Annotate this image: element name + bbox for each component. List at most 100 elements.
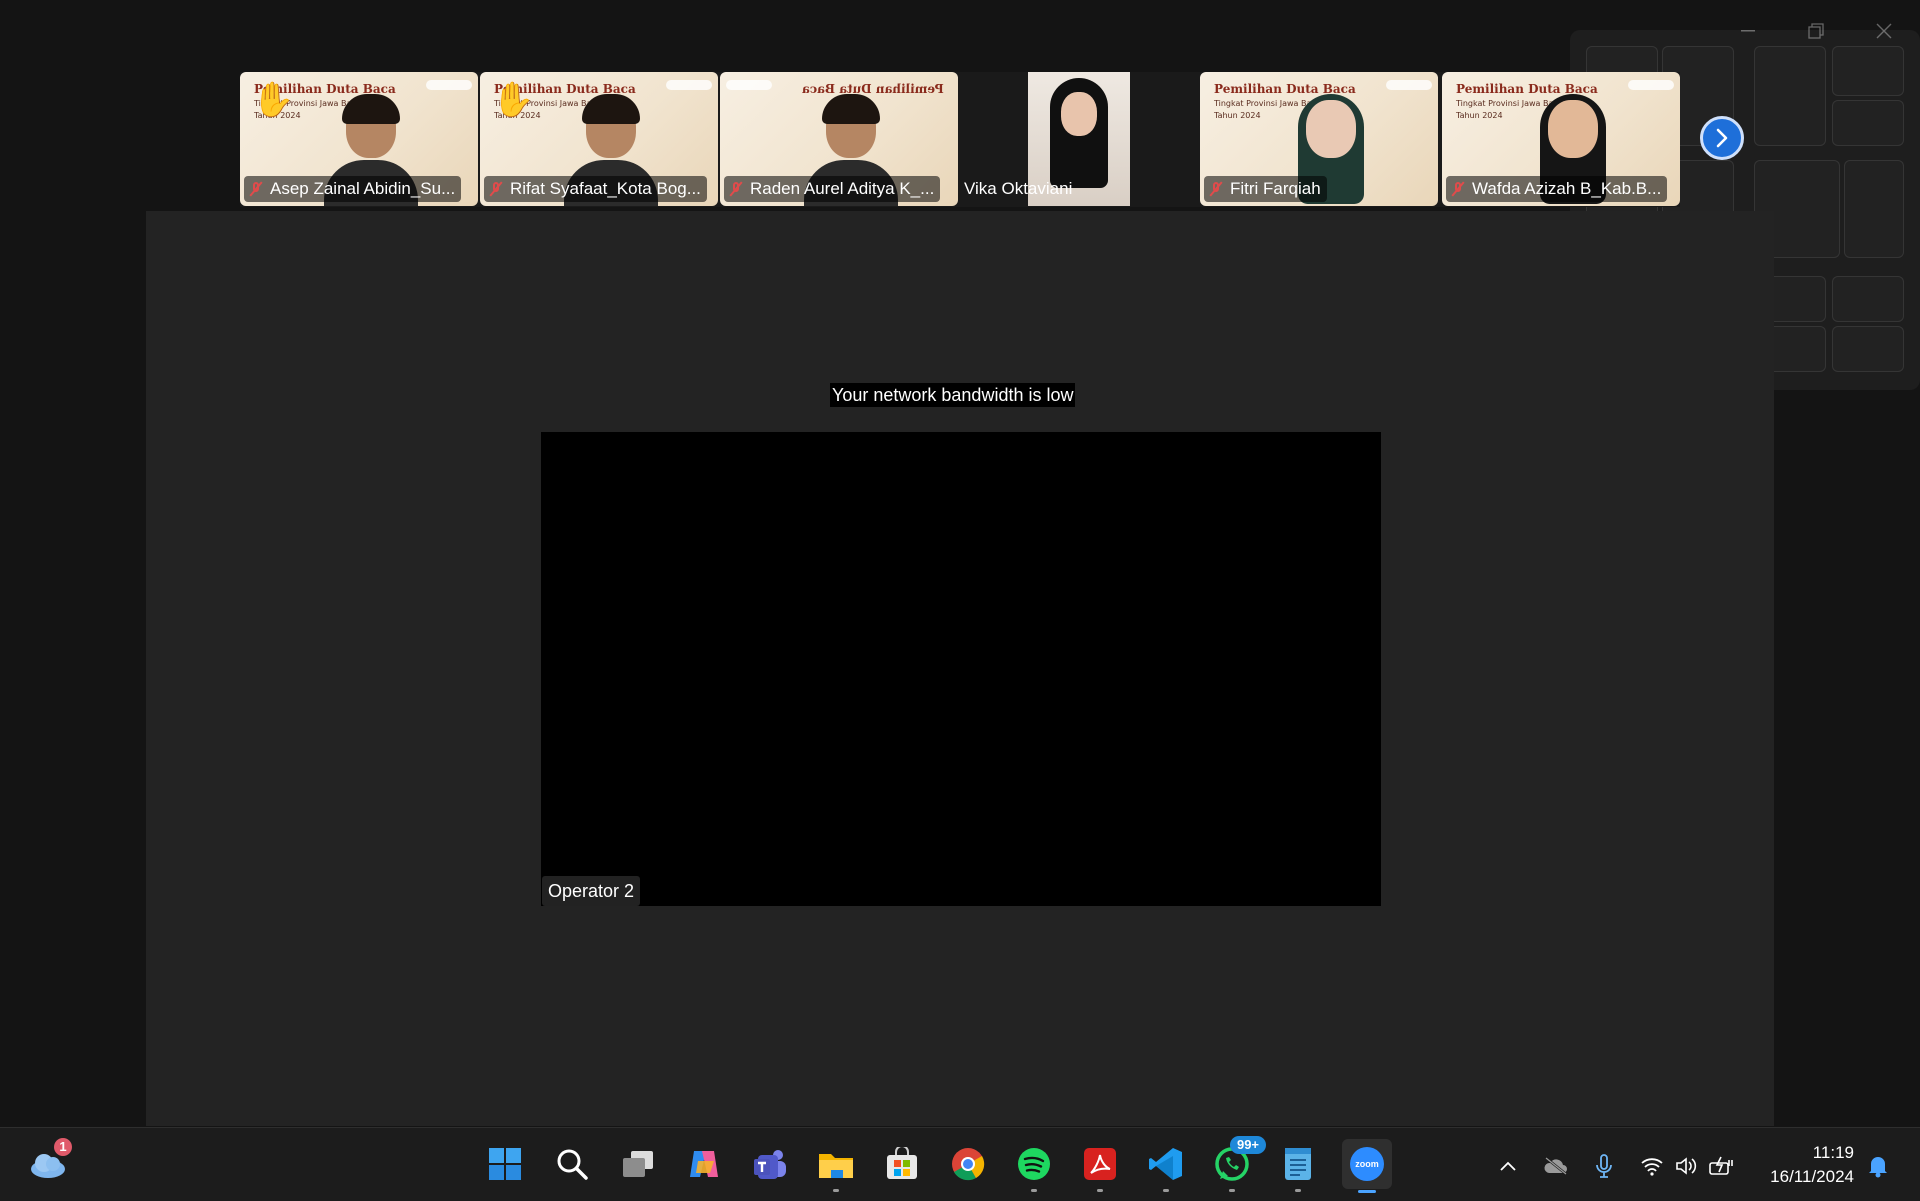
microphone-tray[interactable] [1590,1152,1618,1180]
teams-button[interactable] [748,1142,792,1186]
notification-badge: 99+ [1230,1136,1266,1154]
participant-name-tag: Wafda Azizah B_Kab.B... [1446,176,1668,202]
mic-muted-icon [728,181,744,197]
windows-start-icon [489,1148,521,1180]
mic-muted-icon [1450,181,1466,197]
microphone-icon [1596,1154,1612,1178]
participant-tile[interactable]: Pemilihan Duta Baca Raden Aurel Aditya K… [720,72,958,206]
snap-zone[interactable] [1832,326,1904,372]
participant-name-tag: Fitri Farqiah [1204,176,1327,202]
minimize-button[interactable] [1728,16,1768,46]
snap-zone[interactable] [1832,46,1904,96]
folder-icon [819,1154,853,1178]
store-icon [887,1147,917,1179]
snap-zone[interactable] [1832,100,1904,146]
poster-logos [1628,80,1674,90]
cloud-offline-icon [1544,1157,1567,1175]
mic-muted-icon [248,181,264,197]
search-button[interactable] [550,1142,594,1186]
running-indicator [1358,1190,1376,1193]
vscode-button[interactable] [1144,1142,1188,1192]
whatsapp-button[interactable]: 99+ [1210,1136,1266,1192]
raised-hand-icon: ✋ [252,81,295,119]
task-view-button[interactable] [616,1142,660,1186]
chrome-button[interactable] [946,1142,990,1186]
running-indicator [1163,1189,1169,1192]
copilot-button[interactable] [682,1142,726,1186]
file-explorer-button[interactable] [814,1142,858,1192]
running-indicator [1295,1189,1301,1192]
restore-button[interactable] [1796,16,1836,46]
weather-widget[interactable]: 1 [26,1138,72,1186]
poster-logos [426,80,472,90]
notification-center-button[interactable] [1864,1152,1892,1180]
mic-muted-icon [1208,181,1224,197]
spotify-icon [1018,1148,1050,1180]
close-icon [1876,23,1892,39]
participant-tile[interactable]: Pemilihan Duta Baca Tingkat Provinsi Jaw… [1442,72,1680,206]
onedrive-tray[interactable] [1542,1152,1570,1180]
participant-tile[interactable]: Pemilihan Duta Baca Tingkat Provinsi Jaw… [1200,72,1438,206]
task-view-icon [623,1151,653,1177]
network-tray[interactable] [1638,1152,1666,1180]
clock[interactable]: 11:19 16/11/2024 [1770,1141,1854,1189]
chrome-icon [952,1148,985,1181]
participant-name: Wafda Azizah B_Kab.B... [1472,179,1662,198]
chevron-right-icon [1716,128,1728,148]
running-indicator [1097,1189,1103,1192]
participant-tile[interactable]: Pemilihan Duta Baca Tingkat Provinsi Jaw… [480,72,718,206]
notepad-button[interactable] [1276,1142,1320,1192]
speaker-name: Operator 2 [548,880,635,901]
volume-tray[interactable] [1673,1152,1701,1180]
chevron-up-icon [1500,1161,1516,1171]
snap-zone[interactable] [1754,46,1826,146]
taskbar: 1 99+ zoom 11:19 16/11/2024 [0,1127,1920,1201]
acrobat-icon [1084,1148,1116,1180]
restore-icon [1808,23,1824,39]
date: 16/11/2024 [1770,1167,1854,1186]
notepad-icon [1285,1148,1311,1180]
running-indicator [833,1189,839,1192]
spotify-button[interactable] [1012,1142,1056,1192]
participant-name: Fitri Farqiah [1230,179,1321,198]
participant-name-tag: Raden Aurel Aditya K_... [724,176,941,202]
minimize-icon [1741,30,1755,32]
copilot-icon [690,1151,718,1177]
wifi-icon [1641,1158,1663,1176]
active-speaker-video[interactable]: Operator 2 [541,432,1381,906]
battery-charging-icon [1709,1156,1733,1175]
teams-icon [754,1150,786,1179]
close-button[interactable] [1864,16,1904,46]
snap-zone[interactable] [1832,276,1904,322]
battery-tray[interactable] [1708,1152,1736,1180]
show-hidden-icons-button[interactable] [1494,1152,1522,1180]
participant-name-tag: Rifat Syafaat_Kota Bog... [484,176,707,202]
poster-logos [666,80,712,90]
search-icon [557,1149,588,1180]
participant-tile[interactable]: Vika Oktaviani [960,72,1130,206]
participant-name: Raden Aurel Aditya K_... [750,179,935,198]
zoom-button[interactable]: zoom [1342,1139,1392,1193]
volume-icon [1676,1157,1697,1175]
weather-badge: 1 [54,1138,72,1156]
participant-name-tag: Vika Oktaviani [960,176,1078,202]
next-participants-button[interactable] [1700,116,1744,160]
zoom-label: zoom [1355,1159,1379,1169]
participant-name: Rifat Syafaat_Kota Bog... [510,179,701,198]
time: 11:19 [1812,1143,1854,1162]
bell-icon [1869,1157,1887,1178]
acrobat-button[interactable] [1078,1142,1122,1192]
participant-name: Asep Zainal Abidin_Su... [270,179,456,198]
vscode-icon [1149,1148,1182,1180]
store-button[interactable] [880,1142,924,1186]
mic-muted-icon [488,181,504,197]
start-button[interactable] [483,1142,527,1186]
raised-hand-icon: ✋ [492,81,535,119]
snap-zone[interactable] [1844,160,1904,258]
poster-logos [726,80,772,90]
bandwidth-warning: Your network bandwidth is low [830,383,1076,407]
participant-tile[interactable]: Pemilihan Duta Baca Tingkat Provinsi Jaw… [240,72,478,206]
poster-logos [1386,80,1432,90]
speaker-name-tag: Operator 2 [542,876,641,906]
running-indicator [1031,1189,1037,1192]
